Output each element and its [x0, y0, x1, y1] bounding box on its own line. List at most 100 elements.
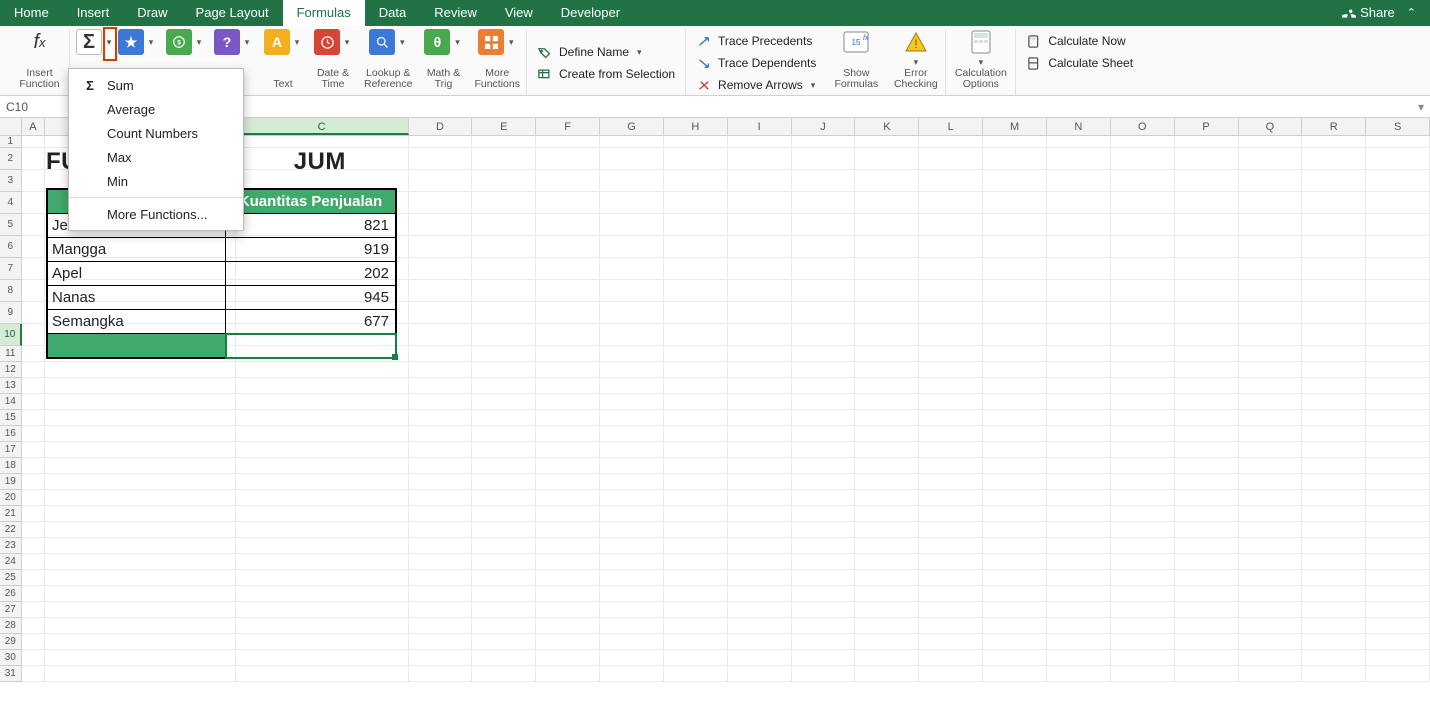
row-header-30[interactable]: 30	[0, 650, 22, 666]
cell[interactable]	[919, 394, 983, 410]
cell[interactable]	[1239, 650, 1303, 666]
cell[interactable]	[983, 214, 1047, 236]
cell[interactable]	[236, 554, 409, 570]
cell[interactable]	[919, 170, 983, 192]
cell[interactable]	[409, 634, 473, 650]
cell[interactable]	[236, 618, 409, 634]
cell[interactable]	[1175, 650, 1239, 666]
cell[interactable]	[664, 280, 728, 302]
cell[interactable]	[983, 506, 1047, 522]
calculate-now-button[interactable]: Calculate Now	[1022, 31, 1137, 51]
cell[interactable]	[472, 362, 536, 378]
cell[interactable]	[855, 192, 919, 214]
cell[interactable]	[664, 258, 728, 280]
cell[interactable]	[664, 666, 728, 682]
cell[interactable]	[472, 324, 536, 346]
cell[interactable]	[983, 602, 1047, 618]
row-header-27[interactable]: 27	[0, 602, 22, 618]
cell[interactable]	[22, 324, 46, 346]
cell[interactable]	[1302, 570, 1366, 586]
cell[interactable]	[1239, 136, 1303, 148]
cell[interactable]	[664, 302, 728, 324]
cell[interactable]	[792, 302, 856, 324]
cell[interactable]	[22, 602, 46, 618]
cell[interactable]	[472, 136, 536, 148]
cell[interactable]	[22, 410, 46, 426]
cell[interactable]	[792, 410, 856, 426]
row-header-19[interactable]: 19	[0, 474, 22, 490]
row-header-5[interactable]: 5	[0, 214, 22, 236]
cell[interactable]	[855, 170, 919, 192]
row-header-11[interactable]: 11	[0, 346, 22, 362]
cell[interactable]	[409, 490, 473, 506]
cell[interactable]	[536, 586, 600, 602]
define-name-button[interactable]: Define Name ▾	[533, 42, 679, 62]
cell[interactable]	[1366, 378, 1430, 394]
autosum-menu-more[interactable]: More Functions...	[69, 202, 243, 226]
cell[interactable]	[536, 618, 600, 634]
cell[interactable]	[1239, 192, 1303, 214]
cell[interactable]	[919, 346, 983, 362]
cell[interactable]	[472, 618, 536, 634]
cell[interactable]	[1175, 410, 1239, 426]
cell[interactable]	[1175, 302, 1239, 324]
cell[interactable]	[983, 148, 1047, 170]
cell[interactable]	[1239, 236, 1303, 258]
cell[interactable]	[45, 490, 236, 506]
cell[interactable]	[45, 506, 236, 522]
cell[interactable]	[600, 474, 664, 490]
cell[interactable]	[1239, 602, 1303, 618]
cell[interactable]	[1111, 280, 1175, 302]
cell[interactable]	[1047, 394, 1111, 410]
cell[interactable]	[1302, 426, 1366, 442]
cell[interactable]	[1175, 148, 1239, 170]
cell[interactable]	[855, 362, 919, 378]
cell[interactable]	[983, 192, 1047, 214]
cell[interactable]	[728, 586, 792, 602]
cell[interactable]	[536, 538, 600, 554]
cell[interactable]	[409, 650, 473, 666]
cell[interactable]	[1047, 214, 1111, 236]
cell[interactable]	[1366, 136, 1430, 148]
cell[interactable]	[855, 586, 919, 602]
cell[interactable]	[1366, 324, 1430, 346]
create-from-selection-button[interactable]: Create from Selection	[533, 64, 679, 84]
cell[interactable]	[983, 522, 1047, 538]
cell[interactable]	[22, 214, 46, 236]
col-header-N[interactable]: N	[1047, 118, 1111, 135]
cell[interactable]	[664, 458, 728, 474]
cell[interactable]	[664, 602, 728, 618]
cell[interactable]	[1047, 426, 1111, 442]
financial-button[interactable]: $ ▾	[166, 29, 204, 55]
cell[interactable]	[472, 490, 536, 506]
cell[interactable]	[472, 602, 536, 618]
cell[interactable]	[1047, 170, 1111, 192]
calculation-options-button[interactable]: ▾	[956, 29, 1006, 67]
cell[interactable]	[1366, 618, 1430, 634]
cell[interactable]	[1047, 148, 1111, 170]
cell[interactable]	[22, 634, 46, 650]
cell[interactable]	[472, 506, 536, 522]
row-header-31[interactable]: 31	[0, 666, 22, 682]
cell[interactable]	[855, 410, 919, 426]
cell[interactable]	[1047, 258, 1111, 280]
tab-data[interactable]: Data	[365, 0, 420, 26]
cell[interactable]	[919, 302, 983, 324]
tab-draw[interactable]: Draw	[123, 0, 181, 26]
cell[interactable]	[536, 506, 600, 522]
cell[interactable]	[409, 362, 473, 378]
cell[interactable]	[45, 522, 236, 538]
cell[interactable]	[1047, 490, 1111, 506]
row-header-28[interactable]: 28	[0, 618, 22, 634]
cell[interactable]	[792, 346, 856, 362]
cell[interactable]	[1047, 570, 1111, 586]
cell[interactable]	[236, 378, 409, 394]
cell[interactable]	[536, 650, 600, 666]
cell[interactable]	[1047, 192, 1111, 214]
cell[interactable]	[1302, 490, 1366, 506]
cell[interactable]	[983, 442, 1047, 458]
cell[interactable]	[1366, 538, 1430, 554]
row-header-20[interactable]: 20	[0, 490, 22, 506]
cell[interactable]	[983, 236, 1047, 258]
cell[interactable]	[1302, 192, 1366, 214]
